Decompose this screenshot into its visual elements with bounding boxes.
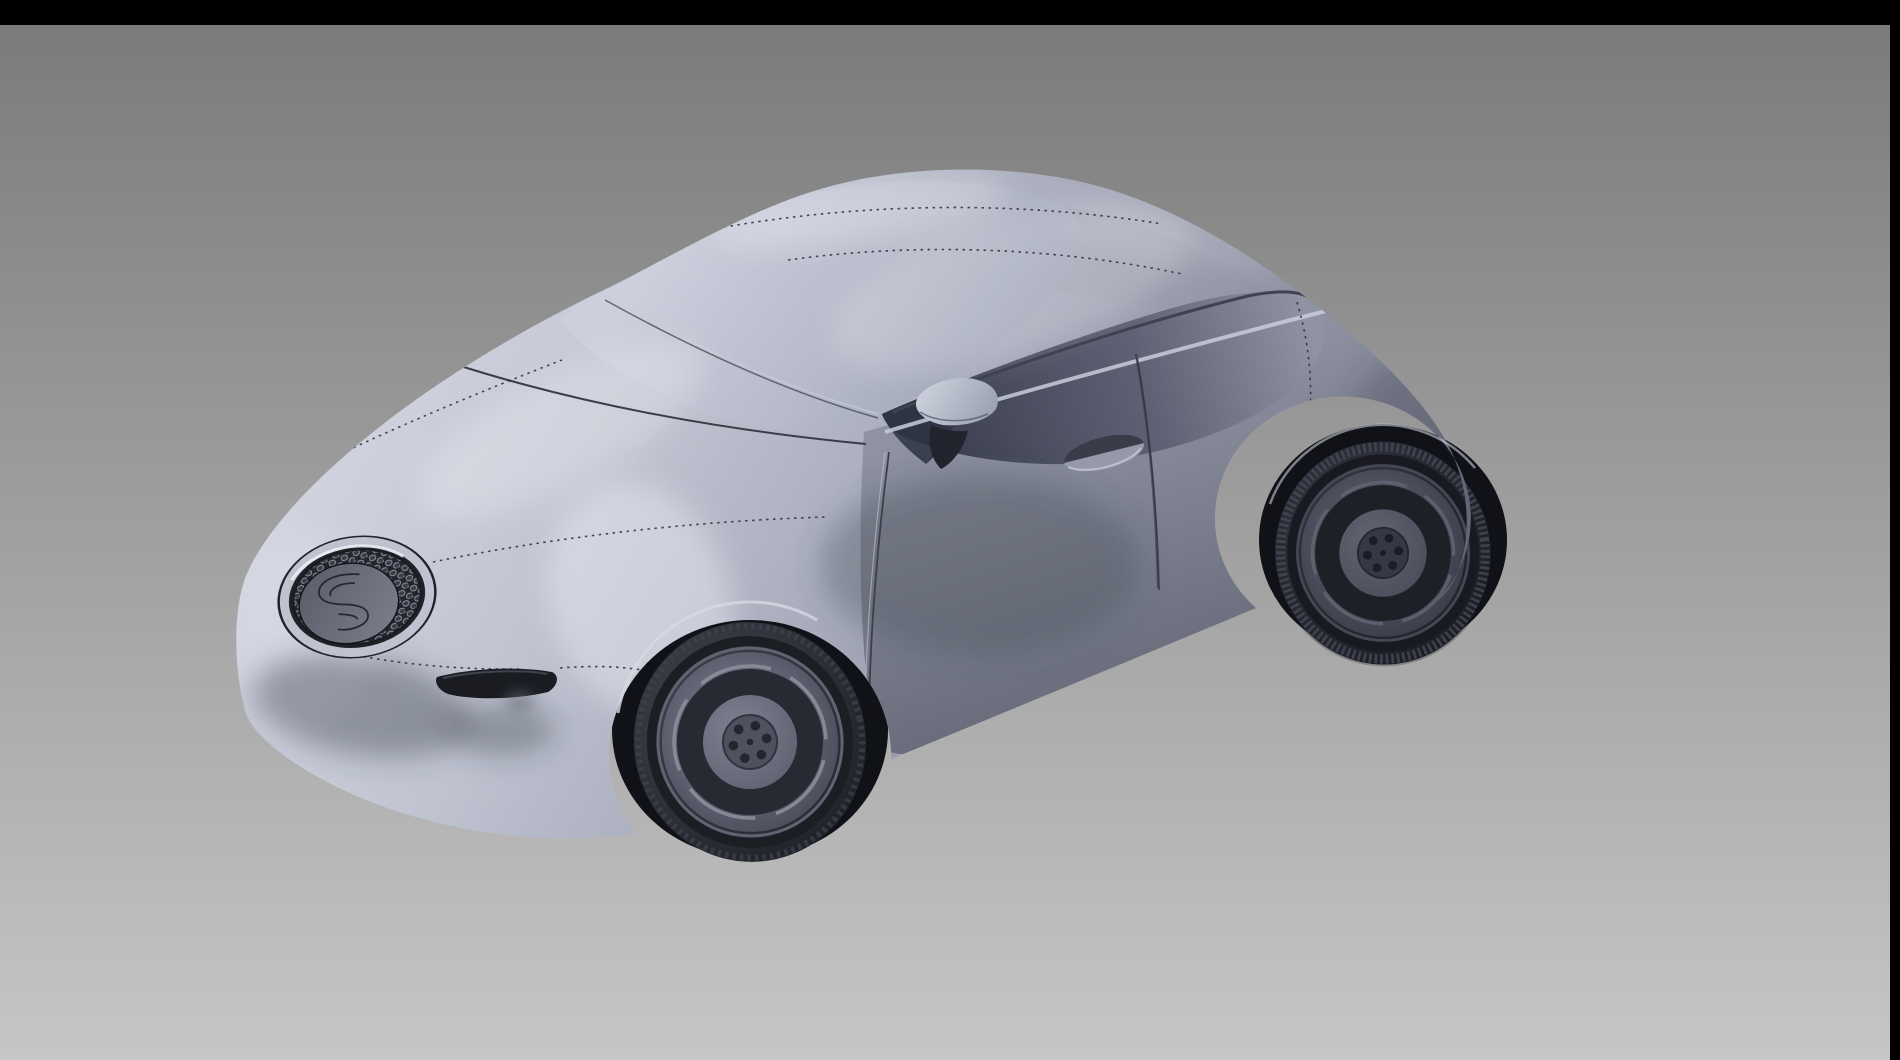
cad-viewport[interactable] <box>0 0 1900 1060</box>
letterbox-top-bar <box>0 0 1900 25</box>
letterbox-right-bar <box>1890 0 1900 1060</box>
